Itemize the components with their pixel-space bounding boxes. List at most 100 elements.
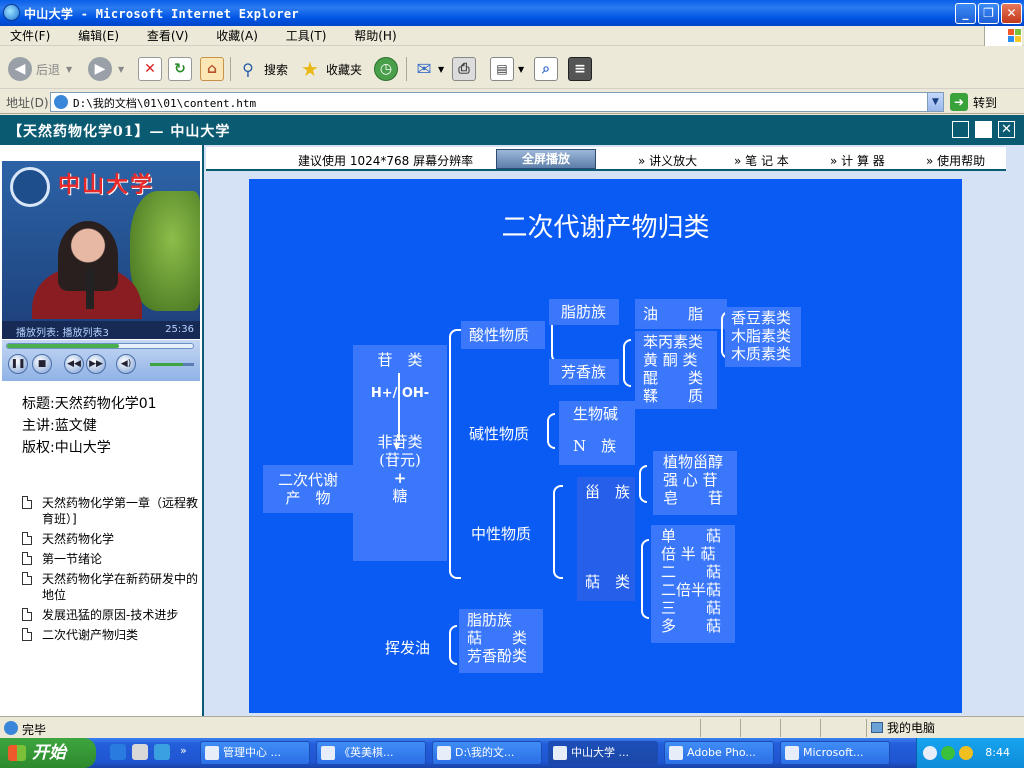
mail-icon: ✉ <box>416 58 432 80</box>
status-separator <box>820 719 821 737</box>
window-title: 中山大学 - Microsoft Internet Explorer <box>24 7 299 21</box>
stop-media-icon[interactable]: ■ <box>32 354 52 374</box>
fullscreen-button[interactable]: 全屏播放 <box>496 149 596 169</box>
video-background-trees <box>130 191 200 311</box>
start-button[interactable]: 开始 <box>0 738 96 768</box>
phenylpropanoid-child: 香豆素类 <box>731 309 792 327</box>
page-close-icon[interactable]: ✕ <box>998 121 1015 138</box>
nav-zoom-notes[interactable]: » 讲义放大 <box>638 152 697 169</box>
outline-item-label: 发展迅猛的原因-技术进步 <box>42 608 179 622</box>
tray-security-icon[interactable] <box>941 746 955 760</box>
outline-item[interactable]: 二次代谢产物归类 <box>22 627 200 643</box>
mail-button[interactable]: ✉ ▼ <box>412 55 444 83</box>
address-dropdown-icon[interactable]: ▼ <box>927 93 943 111</box>
document-icon <box>22 496 32 509</box>
page-restore-icon[interactable] <box>975 121 992 138</box>
menu-help[interactable]: 帮助(H) <box>354 26 396 46</box>
neutral-label: 中性物质 <box>471 525 532 543</box>
address-label: 地址(D) <box>6 96 49 110</box>
task-button-active[interactable]: 中山大学 ... <box>548 741 658 765</box>
steroid-child: 强 心 苷 <box>663 471 718 489</box>
nav-calculator[interactable]: » 计 算 器 <box>830 152 885 169</box>
outline-item[interactable]: 第一节绪论 <box>22 551 200 567</box>
close-button[interactable]: ✕ <box>1001 3 1022 24</box>
resolution-hint: 建议使用 1024*768 屏幕分辨率 <box>298 154 474 168</box>
printer-icon: ⎙ <box>452 57 476 81</box>
refresh-button[interactable]: ↻ <box>168 55 192 83</box>
next-icon[interactable]: ▶▶ <box>86 354 106 374</box>
page-icon <box>54 95 68 109</box>
task-button[interactable]: 管理中心 ... <box>200 741 310 765</box>
task-button[interactable]: Microsoft... <box>780 741 890 765</box>
forward-button[interactable]: ▶ ▼ <box>88 55 124 83</box>
menu-favorites[interactable]: 收藏(A) <box>216 26 258 46</box>
seek-bar[interactable] <box>6 343 194 349</box>
messenger-button[interactable]: ≡ <box>568 55 592 83</box>
outline-item[interactable]: 发展迅猛的原因-技术进步 <box>22 607 200 623</box>
tray-network-icon[interactable] <box>959 746 973 760</box>
nav-help[interactable]: » 使用帮助 <box>926 152 985 169</box>
window-title-bar[interactable]: 中山大学 - Microsoft Internet Explorer _ ❐ ✕ <box>0 0 1024 26</box>
back-button[interactable]: ◀ 后退 ▼ <box>8 55 72 83</box>
minimize-button[interactable]: _ <box>955 3 976 24</box>
security-zone: 我的电脑 <box>866 719 1022 737</box>
dropdown-arrow-icon[interactable]: ▼ <box>438 65 444 74</box>
course-host: 主讲:蓝文健 <box>22 418 97 434</box>
tray-collapse-icon[interactable] <box>923 746 937 760</box>
system-tray: 8:44 <box>916 738 1024 768</box>
outline-item[interactable]: 天然药物化学第一章（远程教育班）] <box>22 495 200 527</box>
menu-tools[interactable]: 工具(T) <box>286 26 327 46</box>
task-label: Adobe Pho... <box>687 746 756 759</box>
search-button[interactable]: ⚲ 搜索 <box>236 55 288 83</box>
task-icon <box>785 746 799 760</box>
go-button[interactable]: ➜ 转到 <box>950 93 997 111</box>
quicklaunch-desktop-icon[interactable] <box>154 744 170 760</box>
restore-button[interactable]: ❐ <box>978 3 999 24</box>
document-icon <box>22 628 32 641</box>
menu-edit[interactable]: 编辑(E) <box>78 26 119 46</box>
home-button[interactable]: ⌂ <box>200 55 224 83</box>
task-icon <box>437 746 451 760</box>
status-separator <box>700 719 701 737</box>
quicklaunch-ie-icon[interactable] <box>110 744 126 760</box>
terpene-children-box: 单 萜 倍 半 萜 二 萜 二倍半萜 三 萜 多 萜 <box>651 525 735 643</box>
menu-view[interactable]: 查看(V) <box>147 26 189 46</box>
stop-button[interactable]: ✕ <box>138 55 162 83</box>
lecture-slide: 二次代谢产物归类 二次代谢 产 物 苷 类 H+/ OH- 非苷类 (苷元) +… <box>249 179 962 713</box>
print-button[interactable]: ⎙ <box>452 55 476 83</box>
volume-slider[interactable] <box>150 363 194 366</box>
page-window-icon[interactable] <box>952 121 969 138</box>
terpene-child: 二倍半萜 <box>661 581 722 599</box>
video-player[interactable]: 中山大学 <box>2 161 200 339</box>
address-input[interactable]: D:\我的文档\01\01\content.htm ▼ <box>50 92 944 112</box>
outline-item[interactable]: 天然药物化学 <box>22 531 200 547</box>
quicklaunch-overflow-icon[interactable]: » <box>180 744 187 757</box>
edit-page-icon: ▤ <box>490 57 514 81</box>
task-button[interactable]: 《英美棋... <box>316 741 426 765</box>
nav-notebook[interactable]: » 笔 记 本 <box>734 152 789 169</box>
course-meta: 标题:天然药物化学01 主讲:蓝文健 版权:中山大学 <box>22 393 172 459</box>
document-icon <box>22 608 32 621</box>
dropdown-arrow-icon[interactable]: ▼ <box>118 65 124 74</box>
task-button[interactable]: Adobe Pho... <box>664 741 774 765</box>
task-button[interactable]: D:\我的文... <box>432 741 542 765</box>
menu-file[interactable]: 文件(F) <box>10 26 50 46</box>
favorites-button[interactable]: ★ 收藏夹 <box>298 55 362 83</box>
discuss-button[interactable]: ⌕ <box>534 55 558 83</box>
terpene-child: 倍 半 萜 <box>661 545 716 563</box>
toolbar-separator <box>230 57 231 81</box>
dropdown-arrow-icon[interactable]: ▼ <box>518 65 524 74</box>
address-url[interactable]: D:\我的文档\01\01\content.htm <box>73 95 256 111</box>
pause-icon[interactable]: ❚❚ <box>8 354 28 374</box>
history-button[interactable]: ◷ <box>374 55 398 83</box>
mute-icon[interactable]: ◀) <box>116 354 136 374</box>
document-icon <box>22 552 32 565</box>
microphone-icon <box>86 269 94 309</box>
task-label: 《英美棋... <box>339 746 394 759</box>
outline-item[interactable]: 天然药物化学在新药研发中的地位 <box>22 571 200 603</box>
dropdown-arrow-icon[interactable]: ▼ <box>66 65 72 74</box>
quicklaunch-media-icon[interactable] <box>132 744 148 760</box>
volatile-brace <box>449 625 457 665</box>
previous-icon[interactable]: ◀◀ <box>64 354 84 374</box>
edit-button[interactable]: ▤ ▼ <box>490 55 524 83</box>
